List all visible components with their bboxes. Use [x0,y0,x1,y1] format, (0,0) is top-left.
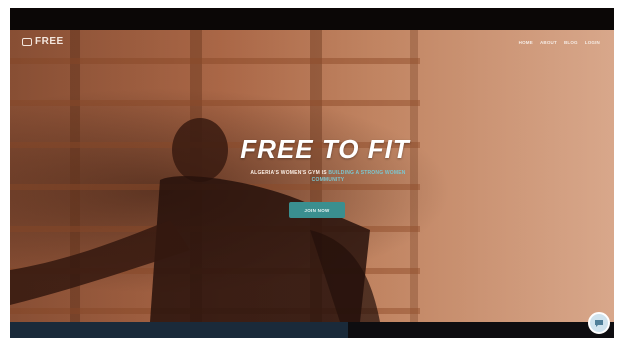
chat-icon[interactable] [588,312,610,334]
top-nav: HOME ABOUT BLOG LOGIN [519,40,600,45]
subline-main: ALGERIA'S WOMEN'S GYM IS [250,170,327,176]
subline-accent: BUILDING A STRONG WOMEN [328,170,406,176]
hero-headline: FREE TO FIT [240,134,410,164]
bottom-strip [10,322,348,338]
chat-icon-glyph [595,320,603,327]
join-now-button[interactable]: JOIN NOW [289,202,345,218]
nav-home[interactable]: HOME [519,40,533,45]
logo-text: FREE [35,36,64,47]
hero-section: FREE HOME ABOUT BLOG LOGIN FREE TO FIT A… [10,30,614,322]
site-logo[interactable]: FREE [22,36,64,47]
hero-subline: ALGERIA'S WOMEN'S GYM IS BUILDING A STRO… [188,170,468,184]
bottom-dark-strip [348,322,614,338]
nav-login[interactable]: LOGIN [585,40,600,45]
nav-about[interactable]: ABOUT [540,40,557,45]
subline-line2: COMMUNITY [311,177,345,183]
nav-blog[interactable]: BLOG [564,40,578,45]
free-logo-icon [22,37,32,46]
browser-viewport: FREE HOME ABOUT BLOG LOGIN FREE TO FIT A… [10,8,614,338]
